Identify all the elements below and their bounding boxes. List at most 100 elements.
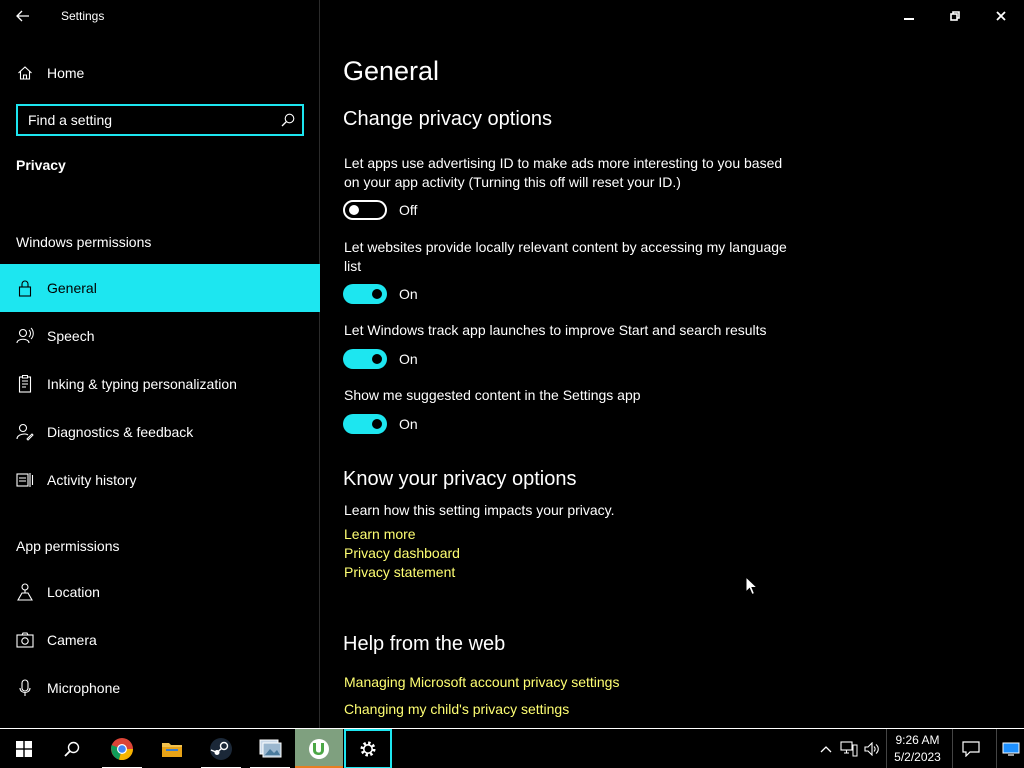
show-hidden-icons-button[interactable] [815, 729, 837, 768]
page-title: General [343, 56, 440, 86]
toggle-knob [372, 419, 382, 429]
taskbar-utorrent[interactable] [295, 729, 343, 768]
sidebar-item-label: Camera [47, 632, 97, 648]
sidebar-item-label: Diagnostics & feedback [47, 424, 194, 440]
toggle-knob [372, 354, 382, 364]
search-icon [64, 741, 80, 757]
home-icon [17, 65, 33, 81]
action-center-button[interactable] [952, 729, 988, 768]
change-privacy-heading: Change privacy options [343, 108, 553, 130]
sidebar-item-label: General [47, 280, 97, 296]
photos-icon [259, 739, 282, 758]
sidebar-item-inking-typing[interactable]: Inking & typing personalization [0, 360, 320, 408]
back-arrow-icon [16, 10, 29, 22]
toggle-state-label: On [399, 286, 418, 302]
sidebar-item-general[interactable]: General [0, 264, 320, 312]
managing-account-privacy-link[interactable]: Managing Microsoft account privacy setti… [344, 674, 619, 690]
clock-time: 9:26 AM [895, 733, 940, 747]
child-privacy-settings-link[interactable]: Changing my child's privacy settings [344, 701, 569, 717]
app-launches-toggle[interactable] [343, 349, 387, 369]
app-launches-toggle-row[interactable]: On [343, 348, 418, 370]
sidebar-item-diagnostics[interactable]: Diagnostics & feedback [0, 408, 320, 456]
language-list-toggle-row[interactable]: On [343, 283, 418, 305]
advertising-id-toggle-row[interactable]: Off [343, 199, 417, 221]
taskbar-file-explorer[interactable] [148, 729, 196, 768]
taskbar-steam[interactable] [197, 729, 245, 768]
notification-icon [961, 741, 980, 757]
know-privacy-text: Learn how this setting impacts your priv… [344, 502, 615, 518]
language-list-toggle[interactable] [343, 284, 387, 304]
back-button[interactable] [0, 0, 46, 32]
toggle-knob [372, 289, 382, 299]
help-from-web-heading: Help from the web [343, 633, 506, 655]
privacy-dashboard-link[interactable]: Privacy dashboard [344, 545, 460, 561]
sidebar-item-camera[interactable]: Camera [0, 616, 320, 664]
toggle-state-label: On [399, 416, 418, 432]
sidebar: Settings Home Privacy Windows permission… [0, 0, 320, 728]
sidebar-item-location[interactable]: Location [0, 568, 320, 616]
app-title: Settings [61, 9, 105, 23]
search-input[interactable] [18, 112, 274, 128]
volume-button[interactable] [861, 729, 883, 768]
know-privacy-heading: Know your privacy options [343, 468, 577, 490]
option-advertising-id-text: Let apps use advertising ID to make ads … [344, 155, 783, 190]
sidebar-item-label: Location [47, 584, 100, 600]
location-icon [16, 583, 34, 601]
show-desktop-button[interactable] [996, 729, 1024, 768]
title-bar: Settings [0, 0, 320, 32]
home-label: Home [47, 65, 85, 81]
windows-permissions-header: Windows permissions [16, 234, 152, 250]
toggle-knob [349, 205, 359, 215]
sidebar-item-label: Speech [47, 328, 95, 344]
desktop-icon [1002, 742, 1019, 756]
sidebar-item-label: Inking & typing personalization [47, 376, 237, 392]
search-box[interactable] [16, 104, 304, 136]
mouse-cursor-icon [745, 576, 759, 596]
home-nav-item[interactable]: Home [0, 54, 320, 92]
taskbar-chrome[interactable] [98, 729, 146, 768]
speech-icon [16, 327, 34, 345]
volume-icon [864, 742, 879, 756]
suggested-content-toggle[interactable] [343, 414, 387, 434]
taskbar-clock[interactable]: 9:26 AM 5/2/2023 [886, 729, 948, 768]
file-explorer-icon [162, 743, 182, 757]
inking-icon [16, 375, 34, 393]
sidebar-item-microphone[interactable]: Microphone [0, 664, 320, 712]
option-suggested-content-text: Show me suggested content in the Setting… [344, 387, 641, 403]
current-section-label: Privacy [16, 157, 66, 173]
main-content: General Change privacy options Let apps … [321, 0, 1024, 728]
start-button[interactable] [0, 729, 48, 768]
toggle-state-label: On [399, 351, 418, 367]
app-permissions-header: App permissions [16, 538, 120, 554]
lock-icon [16, 279, 34, 297]
utorrent-icon [309, 739, 329, 759]
taskbar-settings[interactable] [344, 729, 392, 768]
network-button[interactable] [838, 729, 860, 768]
learn-more-link[interactable]: Learn more [344, 526, 416, 542]
option-app-launches-text: Let Windows track app launches to improv… [344, 322, 767, 338]
sidebar-item-label: Microphone [47, 680, 121, 696]
microphone-icon [16, 679, 34, 697]
sidebar-item-label: Activity history [47, 472, 137, 488]
settings-icon [360, 741, 376, 757]
privacy-statement-link[interactable]: Privacy statement [344, 564, 455, 580]
feedback-icon [16, 423, 34, 441]
start-icon [16, 741, 32, 757]
taskbar: 9:26 AM 5/2/2023 [0, 728, 1024, 768]
option-language-list-text: Let websites provide locally relevant co… [344, 239, 787, 274]
toggle-state-label: Off [399, 202, 418, 218]
suggested-content-toggle-row[interactable]: On [343, 413, 418, 435]
activity-icon [16, 471, 34, 489]
clock-date: 5/2/2023 [894, 750, 941, 764]
steam-icon [210, 738, 232, 760]
taskbar-photos[interactable] [246, 729, 294, 768]
camera-icon [16, 631, 34, 649]
network-icon [840, 741, 858, 757]
sidebar-item-activity-history[interactable]: Activity history [0, 456, 320, 504]
search-icon[interactable] [274, 113, 302, 127]
advertising-id-toggle[interactable] [343, 200, 387, 220]
taskbar-search-button[interactable] [48, 729, 96, 768]
chrome-icon [111, 738, 134, 761]
sidebar-item-speech[interactable]: Speech [0, 312, 320, 360]
chevron-up-icon [820, 746, 832, 753]
